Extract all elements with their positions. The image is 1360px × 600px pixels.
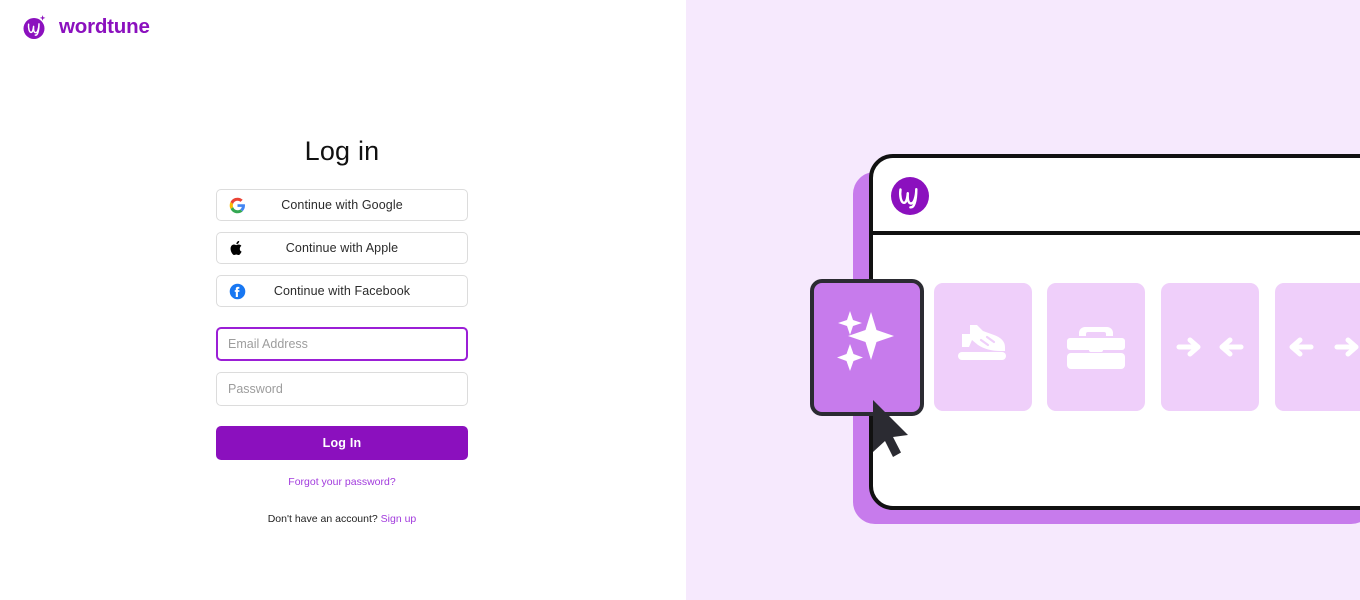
continue-with-apple-label: Continue with Apple xyxy=(285,241,399,255)
continue-with-facebook-label: Continue with Facebook xyxy=(273,284,411,298)
wordtune-circle-logo-icon xyxy=(891,177,929,215)
login-page: wordtune Log in Continue with Google Con… xyxy=(0,0,1360,600)
google-icon xyxy=(228,196,246,214)
brand-name: wordtune xyxy=(59,15,150,38)
facebook-icon xyxy=(228,282,246,300)
form-spacer xyxy=(216,318,468,327)
email-field[interactable] xyxy=(216,327,468,361)
wordtune-app-illustration xyxy=(810,154,1360,524)
tone-card-expand[interactable] xyxy=(1275,283,1360,411)
signup-prompt: Don't have an account? xyxy=(267,513,378,525)
continue-with-facebook-button[interactable]: Continue with Facebook xyxy=(216,275,468,307)
tone-card-formal[interactable] xyxy=(1047,283,1145,411)
wordtune-logo-icon xyxy=(20,12,50,42)
signup-row: Don't have an account? Sign up xyxy=(216,513,468,525)
forgot-password-link[interactable]: Forgot your password? xyxy=(288,476,395,488)
page-title: Log in xyxy=(304,136,380,166)
continue-with-google-button[interactable]: Continue with Google xyxy=(216,189,468,221)
apple-icon xyxy=(228,239,246,257)
tone-card-shorten[interactable] xyxy=(1161,283,1259,411)
tone-card-casual[interactable] xyxy=(934,283,1032,411)
login-form: Log in Continue with Google Continue wit… xyxy=(216,138,468,525)
password-field[interactable] xyxy=(216,372,468,406)
forgot-password-row: Forgot your password? xyxy=(216,472,468,490)
brand-logo[interactable]: wordtune xyxy=(20,12,150,42)
tone-card-sparkles[interactable] xyxy=(810,279,924,416)
illustration-panel xyxy=(686,0,1360,600)
log-in-button[interactable]: Log In xyxy=(216,426,468,460)
signup-link[interactable]: Sign up xyxy=(381,513,417,525)
continue-with-apple-button[interactable]: Continue with Apple xyxy=(216,232,468,264)
login-panel: wordtune Log in Continue with Google Con… xyxy=(0,0,686,600)
continue-with-google-label: Continue with Google xyxy=(281,198,403,212)
